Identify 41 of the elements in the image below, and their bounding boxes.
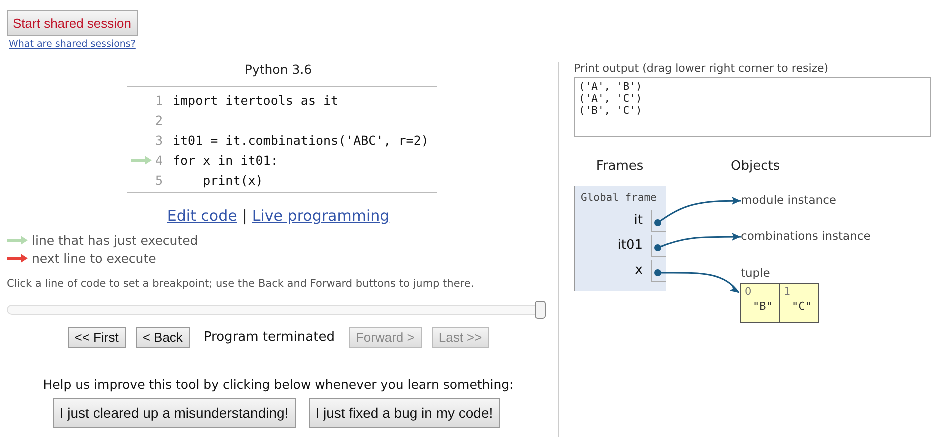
object-label: combinations instance: [741, 229, 871, 243]
variable-name: it: [634, 213, 644, 228]
program-status: Program terminated: [204, 330, 335, 345]
code-line[interactable]: for x in it01:: [173, 152, 278, 168]
variable-name: it01: [618, 238, 644, 253]
line-number: 2: [155, 112, 163, 128]
feedback-button[interactable]: I just cleared up a misunderstanding!: [52, 398, 296, 428]
live-programming-link[interactable]: Live programming: [252, 207, 390, 225]
tuple-index: 1: [784, 286, 792, 298]
code-line[interactable]: print(x): [173, 172, 264, 188]
line-number: 4: [155, 152, 163, 168]
tuple-value: "C": [792, 300, 813, 313]
feedback-button[interactable]: I just fixed a bug in my code!: [308, 398, 500, 428]
code-line[interactable]: it01 = it.combinations('ABC', r=2): [173, 132, 429, 148]
feedback-prompt: Help us improve this tool by clicking below whenever you learn something:: [43, 377, 514, 392]
objects-heading: Objects: [731, 159, 780, 174]
step-button[interactable]: << First: [68, 327, 126, 348]
tuple-index: 0: [745, 286, 753, 298]
variable-name: x: [635, 263, 644, 278]
language-label: Python 3.6: [244, 62, 312, 77]
code-line[interactable]: import itertools as it: [173, 92, 339, 108]
link-separator: |: [242, 207, 248, 225]
tuple-value: "B": [753, 300, 774, 313]
step-button[interactable]: < Back: [136, 327, 190, 348]
print-output-label: Print output (drag lower right corner to resize): [574, 62, 830, 75]
frame-title: Global frame: [581, 192, 657, 204]
line-number: 5: [155, 172, 163, 188]
legend-text: next line to execute: [32, 251, 156, 266]
breakpoint-hint: Click a line of code to set a breakpoint; use the Back and Forward buttons to jump there.: [7, 278, 476, 290]
step-slider[interactable]: [7, 301, 546, 319]
object-label: module instance: [741, 193, 838, 207]
legend-text: line that has just executed: [32, 233, 198, 248]
edit-code-link[interactable]: Edit code: [167, 207, 238, 225]
slider-thumb[interactable]: [535, 301, 546, 319]
tuple-label: tuple: [741, 266, 772, 280]
frames-heading: Frames: [596, 159, 644, 174]
line-number: 3: [155, 132, 163, 148]
shared-sessions-link[interactable]: What are shared sessions?: [9, 39, 136, 50]
print-output-field[interactable]: ('A', 'B') ('A', 'C') ('B', 'C'): [574, 77, 931, 137]
line-number: 1: [155, 92, 163, 108]
start-session-button[interactable]: Start shared session: [7, 10, 138, 36]
